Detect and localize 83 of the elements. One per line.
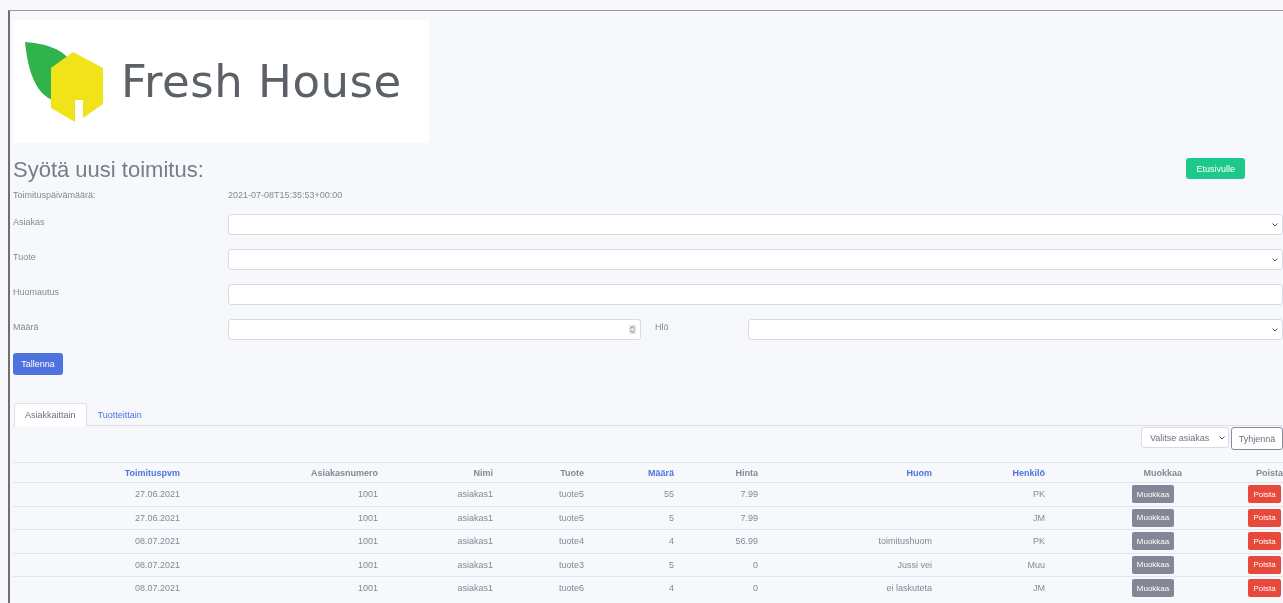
table-cell-text: 7.99 bbox=[739, 512, 758, 523]
customer-select[interactable]: Valitse asiakas bbox=[1141, 427, 1229, 448]
field-label: Asiakas bbox=[13, 216, 46, 227]
select-field[interactable] bbox=[228, 214, 1283, 235]
number-field[interactable] bbox=[228, 319, 641, 340]
delete-button[interactable]: Poista bbox=[1248, 555, 1281, 574]
table-cell-text: asiakas1 bbox=[456, 536, 493, 547]
chevron-down-icon bbox=[1272, 257, 1278, 262]
home-button[interactable]: Etusivulle bbox=[1186, 158, 1245, 179]
table-cell-text: 27.06.2021 bbox=[133, 512, 180, 523]
table-cell-text: toimitushuom bbox=[877, 536, 932, 547]
table-cell-text: asiakas1 bbox=[456, 583, 493, 594]
spinner-icon bbox=[629, 325, 636, 334]
table-cell-text: 56.99 bbox=[734, 536, 758, 547]
table-cell-text: ei laskuteta bbox=[885, 583, 932, 594]
form-title: Syötä uusi toimitus: bbox=[13, 157, 204, 183]
field-label: Toimituspäivämäärä: bbox=[13, 189, 97, 200]
chevron-down-icon bbox=[1272, 327, 1278, 332]
table-cell-text: asiakas1 bbox=[456, 559, 493, 570]
table-cell-text: 27.06.2021 bbox=[133, 489, 180, 500]
table-cell-text: Jussi vei bbox=[896, 559, 932, 570]
column-header: Nimi bbox=[472, 467, 493, 478]
table-cell-text: PK bbox=[1032, 489, 1045, 500]
table-cell-text: 1001 bbox=[356, 559, 378, 570]
table-cell-text: 1001 bbox=[356, 489, 378, 500]
table-cell-text: 08.07.2021 bbox=[133, 583, 180, 594]
table-cell-text: JM bbox=[1032, 583, 1045, 594]
table-cell-text: tuote5 bbox=[557, 489, 584, 500]
field-label: Huomautus bbox=[13, 286, 61, 297]
chevron-down-icon bbox=[1219, 435, 1225, 440]
field-label: Määrä bbox=[13, 321, 40, 332]
table-cell-text: 0 bbox=[752, 583, 758, 594]
tab[interactable]: Asiakkaittain bbox=[14, 403, 87, 426]
column-header: Hinta bbox=[734, 467, 758, 478]
table-cell-text: tuote4 bbox=[557, 536, 584, 547]
input-field[interactable] bbox=[228, 284, 1283, 305]
table-cell-text: 4 bbox=[668, 583, 674, 594]
clear-button[interactable]: Tyhjennä bbox=[1231, 427, 1283, 450]
table-cell-text: Muu bbox=[1026, 559, 1045, 570]
save-button[interactable]: Tallenna bbox=[13, 353, 63, 375]
table-cell-text: 1001 bbox=[356, 583, 378, 594]
table-cell-text: asiakas1 bbox=[456, 489, 493, 500]
table-cell-text: 7.99 bbox=[739, 489, 758, 500]
table-cell-text: tuote3 bbox=[557, 559, 584, 570]
edit-button[interactable]: Muokkaa bbox=[1132, 555, 1174, 574]
logo-text: Fresh House bbox=[121, 55, 402, 108]
table-cell-text: 5 bbox=[668, 559, 674, 570]
delete-button[interactable]: Poista bbox=[1248, 485, 1281, 504]
table-cell-text: 1001 bbox=[356, 536, 378, 547]
column-header: Asiakasnumero bbox=[309, 467, 378, 478]
table-cell-text: tuote5 bbox=[557, 512, 584, 523]
edit-button[interactable]: Muokkaa bbox=[1132, 508, 1174, 527]
column-header: Tuote bbox=[559, 467, 584, 478]
table-cell-text: 4 bbox=[668, 536, 674, 547]
date-value: 2021-07-08T15:35:53+00:00 bbox=[228, 189, 344, 200]
table-cell-text: 0 bbox=[752, 559, 758, 570]
column-header[interactable]: Toimituspvm bbox=[13, 467, 180, 478]
tab[interactable]: Tuotteittain bbox=[86, 403, 153, 426]
select-field[interactable] bbox=[748, 319, 1283, 340]
column-header[interactable]: Henkilö bbox=[932, 467, 1045, 478]
table-cell-text: JM bbox=[1032, 512, 1045, 523]
select-field[interactable] bbox=[228, 249, 1283, 270]
chevron-down-icon bbox=[1272, 222, 1278, 227]
field-label: Tuote bbox=[13, 251, 37, 262]
edit-button[interactable]: Muokkaa bbox=[1132, 532, 1174, 551]
edit-button[interactable]: Muokkaa bbox=[1132, 485, 1174, 504]
table-cell-text: asiakas1 bbox=[456, 512, 493, 523]
table-cell-text: PK bbox=[1032, 536, 1045, 547]
delete-button[interactable]: Poista bbox=[1248, 532, 1281, 551]
delete-button[interactable]: Poista bbox=[1248, 579, 1281, 598]
table-cell-text: tuote6 bbox=[557, 583, 584, 594]
column-header: Poista bbox=[1255, 467, 1283, 478]
table-cell-text: 55 bbox=[663, 489, 674, 500]
column-header[interactable]: Huom bbox=[758, 467, 932, 478]
column-header[interactable]: Määrä bbox=[584, 467, 674, 478]
table-cell-text: 5 bbox=[668, 512, 674, 523]
column-header: Muokkaa bbox=[1142, 467, 1182, 478]
edit-button[interactable]: Muokkaa bbox=[1132, 579, 1174, 598]
delete-button[interactable]: Poista bbox=[1248, 508, 1281, 527]
field-label: Hlö bbox=[654, 321, 670, 332]
table-cell-text: 08.07.2021 bbox=[133, 559, 180, 570]
table-cell-text: 08.07.2021 bbox=[133, 536, 180, 547]
table-cell-text: 1001 bbox=[356, 512, 378, 523]
